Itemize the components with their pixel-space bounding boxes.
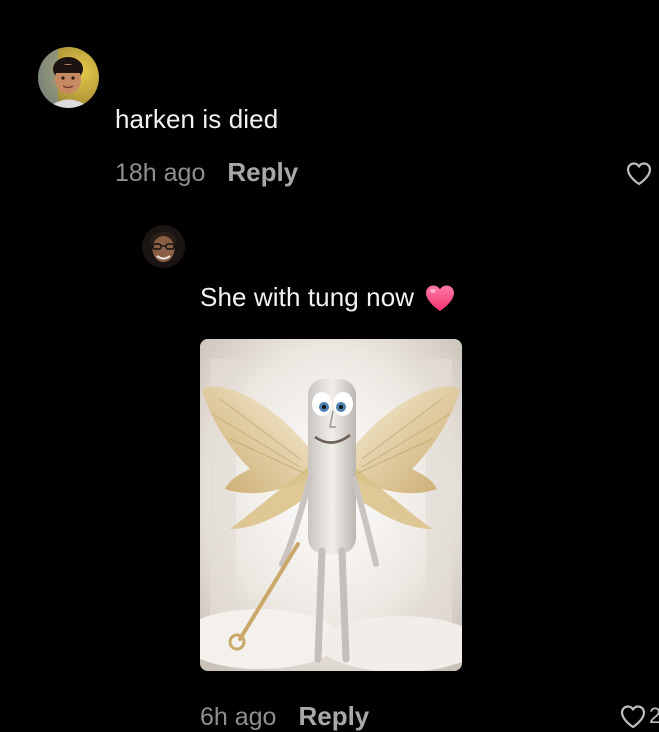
reply-image-attachment[interactable] — [200, 339, 462, 671]
reply-body: She with tung now — [200, 282, 415, 312]
user-avatar-boy-icon — [38, 47, 99, 108]
winged-angel-meme-image — [200, 339, 462, 671]
comment-meta: 18h ago Reply — [115, 157, 298, 188]
pink-heart-icon — [424, 283, 456, 313]
reply-timestamp: 6h ago — [200, 703, 277, 731]
reply-button[interactable]: Reply — [298, 701, 369, 732]
reply-text: She with tung now — [200, 282, 456, 313]
comment-text: harken is died — [115, 104, 278, 135]
like-button[interactable]: 2 — [619, 703, 659, 731]
reply-meta: 6h ago Reply — [200, 701, 369, 732]
replier-avatar[interactable] — [142, 225, 185, 268]
user-avatar-man-icon — [142, 225, 185, 268]
comment-body: harken is died — [115, 104, 279, 134]
commenter-avatar[interactable] — [38, 47, 99, 108]
reply-button[interactable]: Reply — [227, 157, 298, 188]
heart-outline-icon — [626, 162, 652, 186]
like-button[interactable] — [625, 160, 653, 188]
like-count: 2 — [649, 703, 659, 728]
comment-timestamp: 18h ago — [115, 159, 206, 187]
